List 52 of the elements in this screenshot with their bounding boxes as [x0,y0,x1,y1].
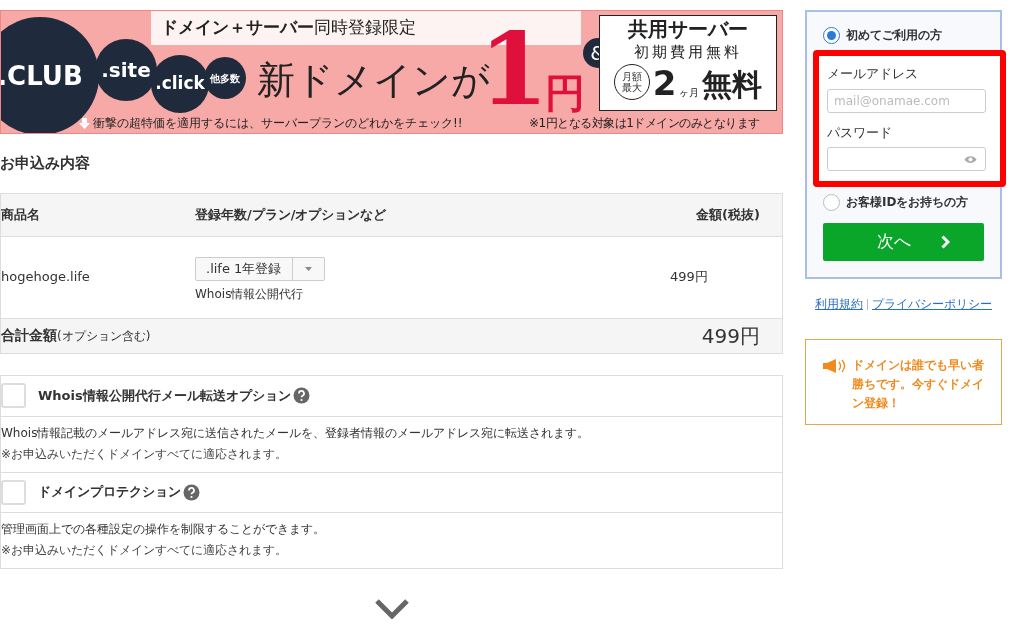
column-header: 商品名 [1,205,41,224]
badge-text: 最大 [621,82,642,93]
arrow-down-icon [79,118,90,129]
section-title: お申込み内容 [0,153,91,174]
option-title: ドメインプロテクション [38,483,181,502]
option-description: 管理画面上での各種設定の操作を制限することができます。 [1,520,326,538]
offer-title: 共用サーバー [628,16,748,42]
field-label: パスワード [827,123,893,142]
chevron-down-icon[interactable] [374,598,409,619]
help-icon[interactable] [292,387,310,404]
months-number: 2 [652,66,677,100]
caret-icon [305,267,312,271]
eye-icon[interactable] [964,154,977,164]
offer-subtitle: 初期費用無料 [634,42,742,62]
radio-button[interactable] [823,26,840,44]
domain-badge: .site [95,39,157,101]
radio-label: お客様IDをお持ちの方 [846,194,969,211]
next-button[interactable]: 次へ [823,223,984,261]
help-icon[interactable] [183,483,200,501]
total-note: (オプション含む) [57,329,151,345]
plan-dropdown[interactable]: .life 1年登録 [195,257,325,281]
table-cell-text: Whois情報公開代行 [195,286,305,303]
notice-text: ドメインは誰でも早い者勝ちです。今すぐドメイン登録！ [852,357,985,412]
headline: ドメイン＋サーバー同時登録限定 [161,16,416,39]
password-field[interactable] [827,147,986,171]
option-note: ※お申込みいただくドメインすべてに適応されます。 [1,541,289,559]
total-amount: 499円 [700,322,761,350]
field-label: メールアドレス [827,65,919,83]
domain-badge: .click [151,55,209,113]
checkbox[interactable] [1,383,26,408]
option-title: Whois情報公開代行メール転送オプション [38,386,291,405]
footer-link[interactable]: 利用規約 [815,295,863,313]
footer-link[interactable]: プライバシーポリシー [872,295,992,313]
table-cell-text: hogehoge.life [1,268,91,287]
option-note: ※お申込みいただくドメインすべてに適応されます。 [1,445,289,463]
email-field[interactable]: mail@onamae.com [827,88,986,113]
table-cell-text: 499円 [669,268,709,287]
radio-button[interactable] [823,193,840,211]
domain-badge: 他多数 [204,57,246,99]
radio-label: 初めてご利用の方 [846,27,942,44]
months-unit: ヶ月 [679,86,700,100]
free-text: 無料 [702,70,763,100]
column-header: 金額(税抜) [695,205,761,224]
price-unit: 円 [545,73,585,113]
option-description: Whois情報記載のメールアドレス宛に送信されたメールを、登録者情報のメールアドレス宛に転送されます。 [1,424,591,442]
chevron-right-icon [941,235,950,249]
banner-footnote: ※1円となる対象は1ドメインのみとなります [529,116,760,131]
column-header: 登録年数/プラン/オプションなど [195,205,388,224]
megaphone-icon [822,359,846,373]
checkbox[interactable] [1,479,26,505]
badge-text: 月額 [621,71,642,82]
total-label: 合計金額 [1,326,57,345]
